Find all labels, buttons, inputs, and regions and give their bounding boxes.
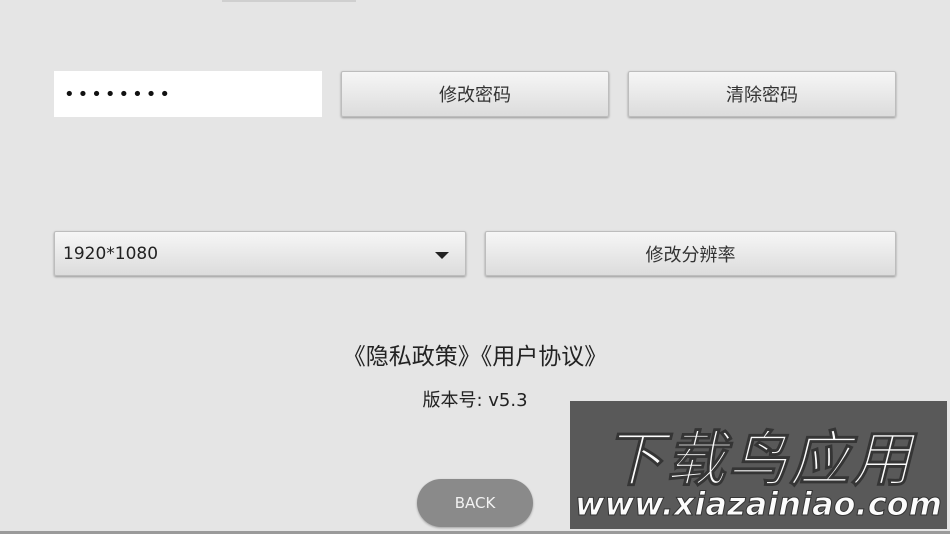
clear-password-button[interactable]: 清除密码 xyxy=(628,71,896,117)
resolution-select[interactable]: 1920*1080 xyxy=(54,231,466,276)
watermark-logo: 下载鸟应用 www.xiazainiao.com xyxy=(570,401,947,529)
back-button[interactable]: BACK xyxy=(417,479,533,527)
resolution-select-value: 1920*1080 xyxy=(63,243,159,264)
change-resolution-button[interactable]: 修改分辨率 xyxy=(485,231,896,276)
change-password-button[interactable]: 修改密码 xyxy=(341,71,609,117)
caret-down-icon xyxy=(435,252,449,259)
policy-links: 《隐私政策》《用户协议》 xyxy=(0,337,950,371)
top-edge-indicator xyxy=(222,0,356,2)
password-input[interactable] xyxy=(54,71,322,117)
watermark-url: www.xiazainiao.com xyxy=(575,485,943,524)
privacy-policy-link[interactable]: 《隐私政策》 xyxy=(343,344,481,370)
user-agreement-link[interactable]: 《用户协议》 xyxy=(481,344,608,370)
